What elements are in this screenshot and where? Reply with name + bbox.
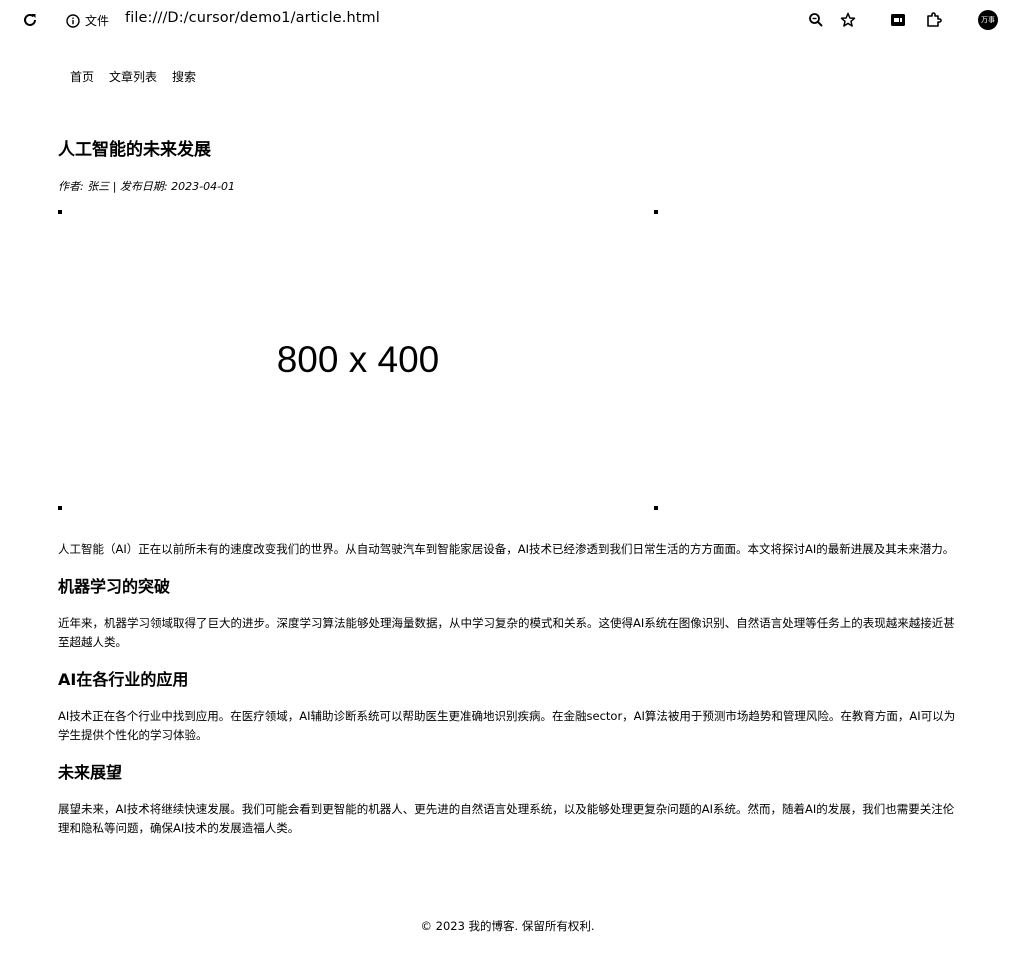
avatar[interactable]: 万事 xyxy=(978,10,998,30)
site-info-label[interactable]: 文件 xyxy=(85,12,109,29)
browser-toolbar: 文件 file:///D:/cursor/demo1/article.html … xyxy=(0,0,1015,40)
address-bar[interactable]: file:///D:/cursor/demo1/article.html xyxy=(125,10,380,26)
extension-icon[interactable] xyxy=(886,8,910,32)
article-title: 人工智能的未来发展 xyxy=(58,140,211,160)
star-icon[interactable] xyxy=(836,8,860,32)
article-body: 人工智能（AI）正在以前所未有的速度改变我们的世界。从自动驾驶汽车到智能家居设备… xyxy=(58,540,958,838)
section-paragraph: 展望未来，AI技术将继续快速发展。我们可能会看到更智能的机器人、更先进的自然语言… xyxy=(58,802,955,835)
page-footer: © 2023 我的博客. 保留所有权利. xyxy=(420,919,595,933)
profile-label: 万事 xyxy=(981,16,995,24)
nav-item-home[interactable]: 首页 xyxy=(70,68,94,85)
section-heading: AI在各行业的应用 xyxy=(58,670,189,689)
info-icon[interactable] xyxy=(66,13,80,28)
article-image: 800 x 400 xyxy=(58,210,658,510)
section-paragraph: 近年来，机器学习领域取得了巨大的进步。深度学习算法能够处理海量数据，从中学习复杂… xyxy=(58,616,955,649)
reload-icon[interactable] xyxy=(18,8,42,32)
zoom-icon[interactable] xyxy=(804,8,828,32)
article-meta: 作者: 张三 | 发布日期: 2023-04-01 xyxy=(58,180,236,193)
article: 人工智能的未来发展 作者: 张三 | 发布日期: 2023-04-01 800 … xyxy=(58,138,958,835)
puzzle-icon[interactable] xyxy=(922,8,946,32)
section-heading: 未来展望 xyxy=(58,763,123,782)
nav-item-search[interactable]: 搜索 xyxy=(172,68,196,85)
section-heading: 机器学习的突破 xyxy=(58,577,171,596)
image-placeholder-text: 800 x 400 xyxy=(276,339,440,380)
site-nav: 首页 文章列表 搜索 xyxy=(70,68,196,85)
nav-item-articles[interactable]: 文章列表 xyxy=(109,68,157,85)
section-paragraph: AI技术正在各个行业中找到应用。在医疗领域，AI辅助诊断系统可以帮助医生更准确地… xyxy=(58,709,956,742)
intro-paragraph: 人工智能（AI）正在以前所未有的速度改变我们的世界。从自动驾驶汽车到智能家居设备… xyxy=(58,542,955,556)
